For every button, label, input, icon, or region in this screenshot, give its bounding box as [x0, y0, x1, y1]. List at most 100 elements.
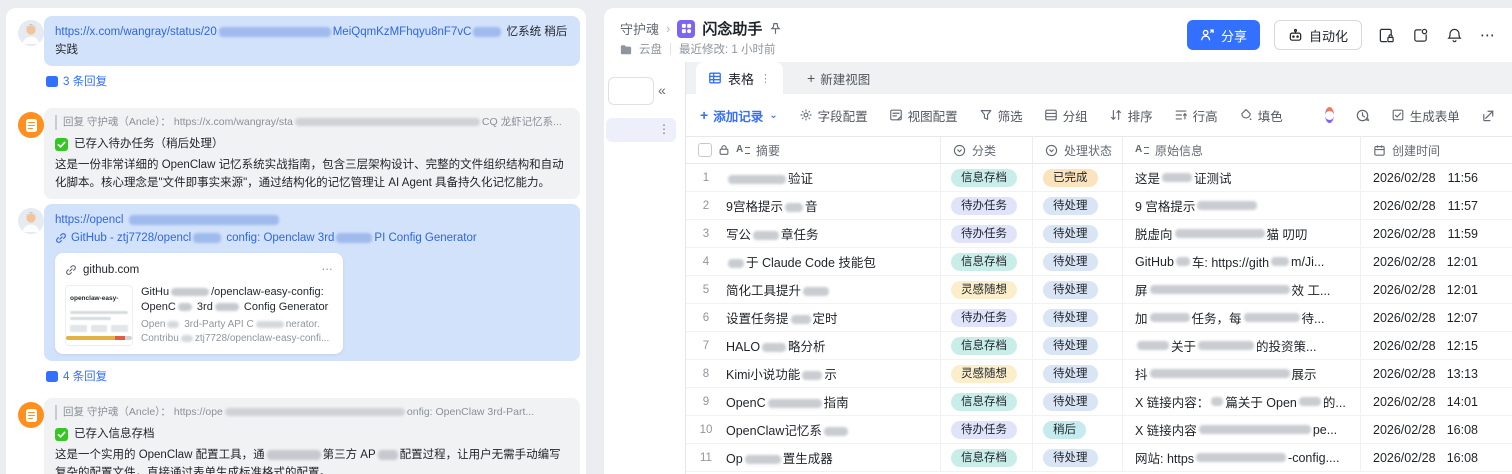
raw-info-cell[interactable]: X 链接内容： 篇关于 Open 的...	[1123, 388, 1361, 415]
category-cell[interactable]: 待办任务	[941, 304, 1033, 331]
table-row[interactable]: 5 简化工具提升 灵感随想 待处理 屏效 工... 2026/02/28 12:01	[686, 276, 1512, 304]
table-row[interactable]: 11 Op 置生成器 信息存档 待处理 网站: https -config.... 2026/…	[686, 444, 1512, 472]
tab-more-icon[interactable]: ⋮	[760, 72, 771, 85]
created-time-cell[interactable]: 2026/02/28 13:13	[1361, 360, 1512, 387]
item-more-icon[interactable]: ⋮	[658, 122, 670, 136]
raw-info-cell[interactable]: 脱虚向猫 叨叨	[1123, 220, 1361, 247]
group-button[interactable]: 分组	[1044, 106, 1088, 125]
header-created-time[interactable]: 创建时间	[1361, 137, 1512, 163]
header-status[interactable]: 处理状态	[1033, 137, 1123, 163]
created-time-cell[interactable]: 2026/02/28 16:08	[1361, 444, 1512, 471]
raw-info-cell[interactable]: 抖展示	[1123, 360, 1361, 387]
status-cell[interactable]: 待处理	[1033, 192, 1123, 219]
raw-info-cell[interactable]: 网站: https -config....	[1123, 444, 1361, 471]
created-time-cell[interactable]: 2026/02/28 12:15	[1361, 332, 1512, 359]
user-avatar[interactable]	[18, 20, 44, 46]
share-view-button[interactable]	[1481, 108, 1496, 123]
table-row[interactable]: 4 于 Claude Code 技能包 信息存档 待处理 GitHub 车: https…	[686, 248, 1512, 276]
message-bubble[interactable]: https://opencl GitHub - ztj7728/opencl c…	[44, 204, 580, 361]
category-cell[interactable]: 待办任务	[941, 192, 1033, 219]
status-cell[interactable]: 待处理	[1033, 360, 1123, 387]
summary-cell[interactable]: 10 OpenClaw记忆系	[686, 416, 941, 443]
status-cell[interactable]: 待处理	[1033, 276, 1123, 303]
category-cell[interactable]: 待办任务	[941, 416, 1033, 443]
raw-info-cell[interactable]: X 链接内容 pe...	[1123, 416, 1361, 443]
doc-permission-icon[interactable]	[1376, 25, 1396, 45]
ai-assistant-icon[interactable]	[1324, 107, 1334, 123]
more-icon[interactable]: ⋯	[1478, 25, 1498, 45]
status-cell[interactable]: 待处理	[1033, 388, 1123, 415]
raw-info-cell[interactable]: 这是 证测试	[1123, 164, 1361, 191]
header-raw-info[interactable]: A 原始信息	[1123, 137, 1361, 163]
bot-avatar[interactable]	[18, 402, 44, 428]
raw-info-cell[interactable]: 加任务，每 待...	[1123, 304, 1361, 331]
created-time-cell[interactable]: 2026/02/28 16:08	[1361, 416, 1512, 443]
doc-location[interactable]: 云盘	[639, 41, 662, 57]
raw-info-cell[interactable]: GitHub 车: https://gith m/Ji...	[1123, 248, 1361, 275]
tab-grid-view[interactable]: 表格 ⋮	[696, 62, 784, 94]
created-time-cell[interactable]: 2026/02/28 12:07	[1361, 304, 1512, 331]
status-cell[interactable]: 待处理	[1033, 220, 1123, 247]
status-cell[interactable]: 待处理	[1033, 444, 1123, 471]
automation-button[interactable]: 自动化	[1273, 20, 1362, 50]
status-cell[interactable]: 待处理	[1033, 248, 1123, 275]
link-title-line[interactable]: GitHub - ztj7728/opencl config: Openclaw…	[55, 229, 569, 247]
field-config-button[interactable]: 字段配置	[799, 106, 868, 125]
category-cell[interactable]: 待办任务	[941, 220, 1033, 247]
category-cell[interactable]: 信息存档	[941, 444, 1033, 471]
status-cell[interactable]: 已完成	[1033, 164, 1123, 191]
select-all-checkbox[interactable]	[698, 143, 712, 157]
status-cell[interactable]: 待处理	[1033, 304, 1123, 331]
category-cell[interactable]: 信息存档	[941, 248, 1033, 275]
table-row[interactable]: 7 HALO 略分析 信息存档 待处理 关于 的投资策... 2026/02/28 12:15	[686, 332, 1512, 360]
header-category[interactable]: 分类	[941, 137, 1033, 163]
table-row[interactable]: 10 OpenClaw记忆系 待办任务 稍后 X 链接内容 pe... 2026/02/28…	[686, 416, 1512, 444]
sort-button[interactable]: 排序	[1109, 106, 1153, 125]
table-row[interactable]: 1 验证 信息存档 已完成 这是 证测试 2026/02/28 11:56	[686, 164, 1512, 192]
category-cell[interactable]: 灵感随想	[941, 276, 1033, 303]
link-line[interactable]: https://opencl	[55, 211, 569, 229]
generate-form-button[interactable]: 生成表单	[1391, 106, 1460, 125]
summary-cell[interactable]: 6 设置任务提 定时	[686, 304, 941, 331]
raw-info-cell[interactable]: 屏效 工...	[1123, 276, 1361, 303]
widget-icon[interactable]	[1410, 25, 1430, 45]
link-preview-card[interactable]: github.com ⋯ openclaw-easy- GitHu/opencl…	[55, 253, 343, 354]
table-search-input[interactable]	[608, 77, 654, 105]
created-time-cell[interactable]: 2026/02/28 11:59	[1361, 220, 1512, 247]
table-row[interactable]: 6 设置任务提 定时 待办任务 待处理 加任务，每 待... 2026/02/28 12:07	[686, 304, 1512, 332]
category-cell[interactable]: 信息存档	[941, 332, 1033, 359]
created-time-cell[interactable]: 2026/02/28 11:57	[1361, 192, 1512, 219]
category-cell[interactable]: 信息存档	[941, 164, 1033, 191]
summary-cell[interactable]: 3 写公 章任务	[686, 220, 941, 247]
summary-cell[interactable]: 8 Kimi小说功能示	[686, 360, 941, 387]
collapse-sidebar-icon[interactable]: «	[658, 82, 666, 98]
created-time-cell[interactable]: 2026/02/28 12:01	[1361, 248, 1512, 275]
table-row[interactable]: 2 9宫格提示音 待办任务 待处理 9 宫格提示 2026/02/28 11:57	[686, 192, 1512, 220]
message-bubble[interactable]: 回复 守护魂（Ancle）： https://ope onfig: OpenCla…	[44, 398, 580, 474]
summary-cell[interactable]: 4 于 Claude Code 技能包	[686, 248, 941, 275]
category-cell[interactable]: 灵感随想	[941, 360, 1033, 387]
view-config-button[interactable]: 视图配置	[889, 106, 958, 125]
fill-color-button[interactable]: 填色	[1239, 106, 1283, 125]
created-time-cell[interactable]: 2026/02/28 12:01	[1361, 276, 1512, 303]
history-button[interactable]	[1355, 108, 1370, 123]
row-height-button[interactable]: 行高	[1174, 106, 1218, 125]
notification-bell-icon[interactable]	[1444, 25, 1464, 45]
status-cell[interactable]: 待处理	[1033, 332, 1123, 359]
raw-info-cell[interactable]: 9 宫格提示	[1123, 192, 1361, 219]
status-cell[interactable]: 稍后	[1033, 416, 1123, 443]
breadcrumb-workspace[interactable]: 守护魂	[620, 19, 659, 38]
card-more-icon[interactable]: ⋯	[322, 261, 334, 279]
new-view-button[interactable]: + 新建视图	[807, 62, 870, 94]
category-cell[interactable]: 信息存档	[941, 388, 1033, 415]
summary-cell[interactable]: 2 9宫格提示音	[686, 192, 941, 219]
replies-link[interactable]: 4 条回复	[46, 368, 107, 384]
filter-button[interactable]: 筛选	[979, 106, 1023, 125]
replies-link[interactable]: 3 条回复	[46, 73, 107, 89]
bot-avatar[interactable]	[18, 112, 44, 138]
table-row[interactable]: 3 写公 章任务 待办任务 待处理 脱虚向猫 叨叨 2026/02/28 11:59	[686, 220, 1512, 248]
created-time-cell[interactable]: 2026/02/28 14:01	[1361, 388, 1512, 415]
add-record-button[interactable]: + 添加记录 ⌄	[700, 106, 778, 125]
raw-info-cell[interactable]: 关于 的投资策...	[1123, 332, 1361, 359]
pin-icon[interactable]	[769, 22, 782, 35]
